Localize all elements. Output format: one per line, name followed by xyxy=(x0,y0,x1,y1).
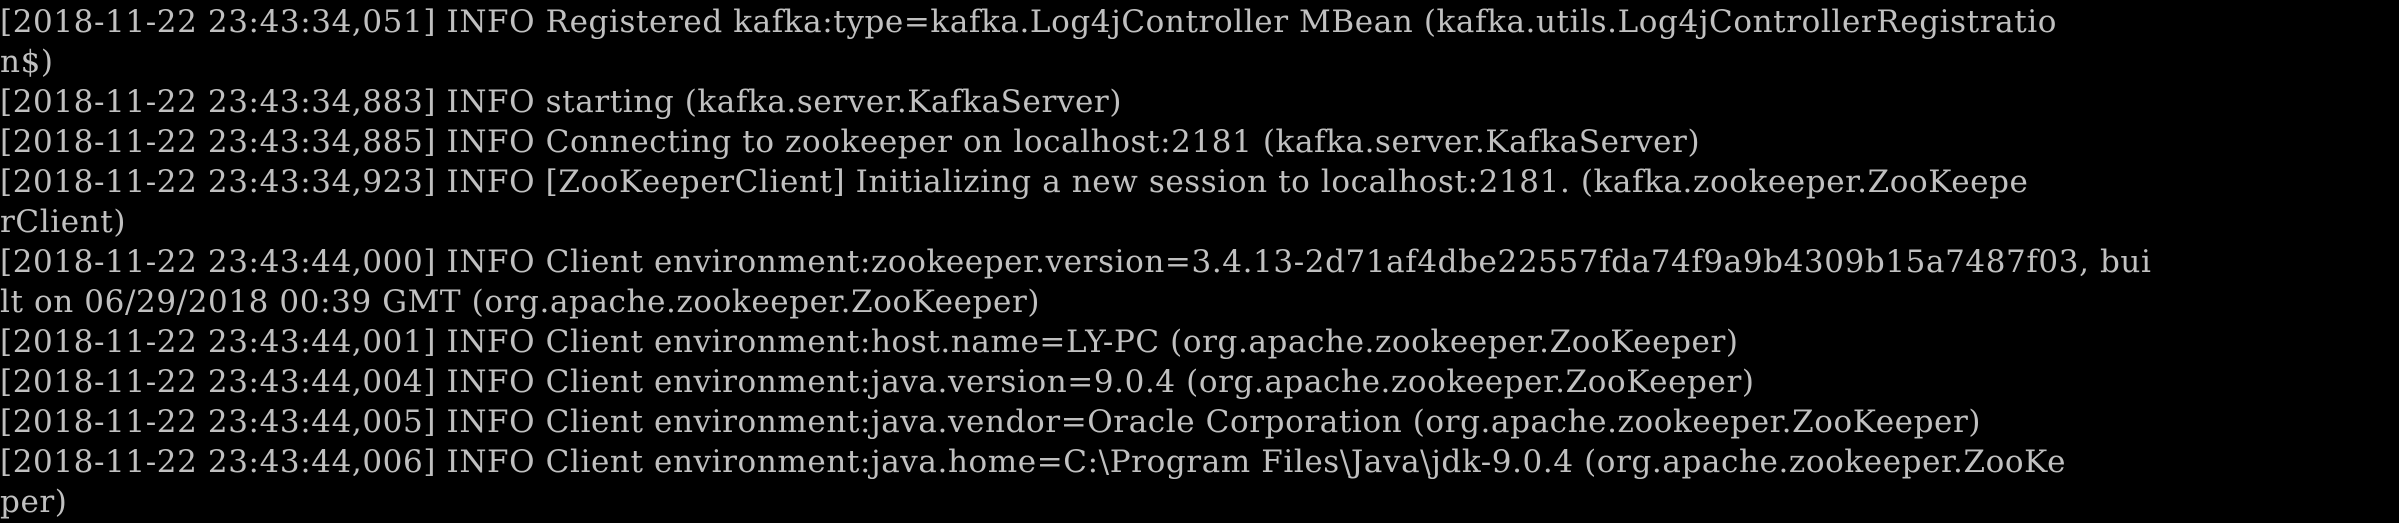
log-line: per) xyxy=(0,484,68,520)
log-line: [2018-11-22 23:43:34,923] INFO [ZooKeepe… xyxy=(0,164,2029,200)
log-line: rClient) xyxy=(0,204,127,240)
log-line: [2018-11-22 23:43:34,051] INFO Registere… xyxy=(0,4,2058,40)
log-line: [2018-11-22 23:43:44,001] INFO Client en… xyxy=(0,324,1739,360)
log-line: n$) xyxy=(0,44,54,80)
log-line: [2018-11-22 23:43:34,885] INFO Connectin… xyxy=(0,124,1701,160)
log-line: [2018-11-22 23:43:44,004] INFO Client en… xyxy=(0,364,1755,400)
log-line: [2018-11-22 23:43:44,006] INFO Client en… xyxy=(0,444,2067,480)
log-line: [2018-11-22 23:43:44,005] INFO Client en… xyxy=(0,404,1982,440)
log-line: lt on 06/29/2018 00:39 GMT (org.apache.z… xyxy=(0,284,1041,320)
log-line: [2018-11-22 23:43:34,883] INFO starting … xyxy=(0,84,1123,120)
console-output: [2018-11-22 23:43:34,051] INFO Registere… xyxy=(0,0,2399,523)
log-line: [2018-11-22 23:43:44,000] INFO Client en… xyxy=(0,244,2152,280)
